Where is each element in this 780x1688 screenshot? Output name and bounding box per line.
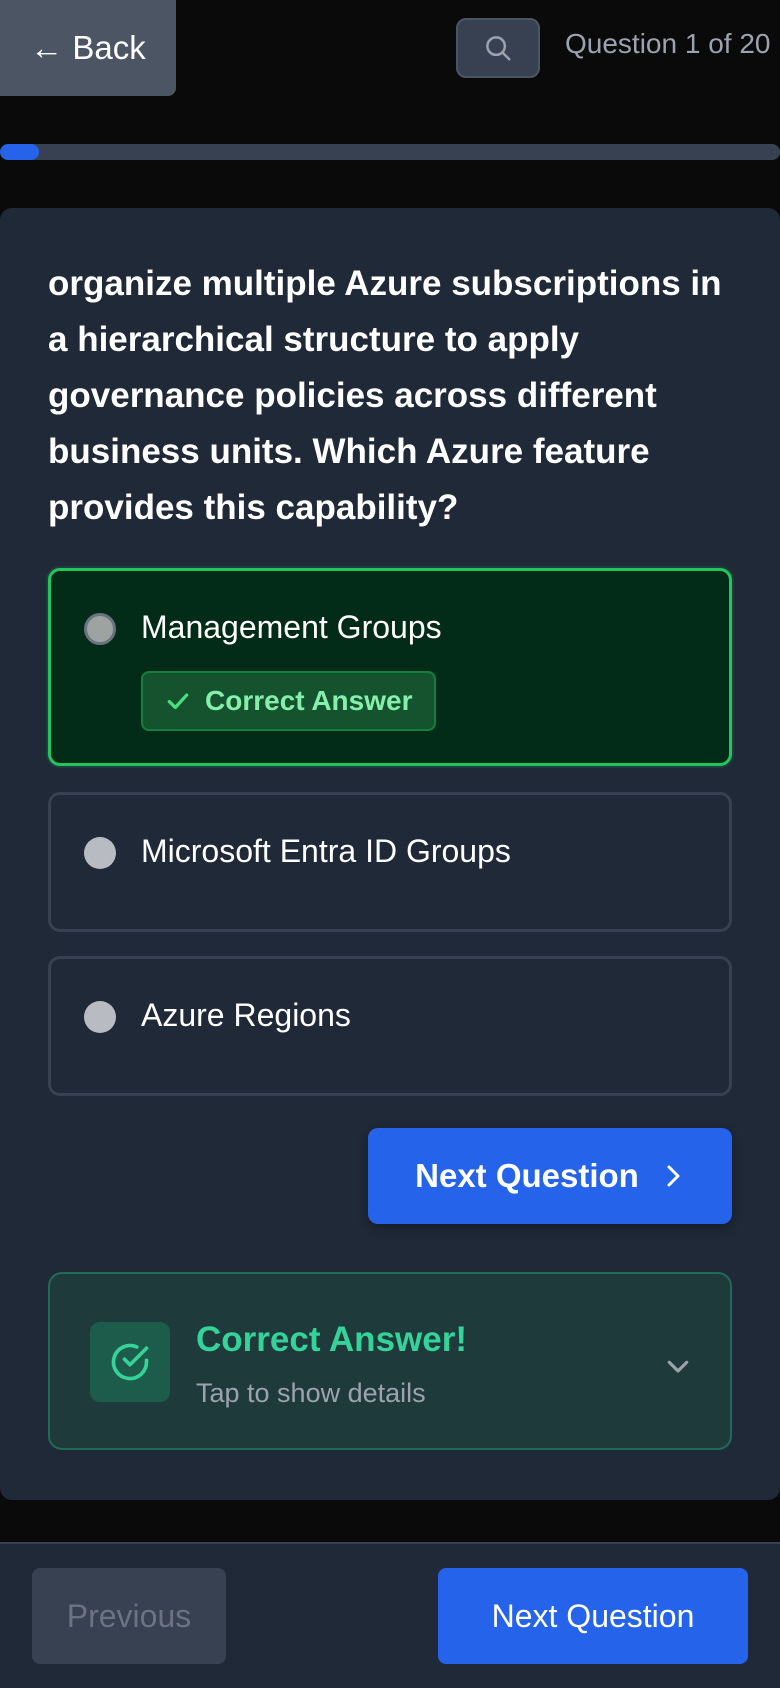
option-management-groups[interactable]: Management Groups Correct Answer [48, 568, 732, 766]
correct-answer-badge: Correct Answer [141, 671, 437, 731]
check-circle-icon [111, 1343, 149, 1381]
quiz-page: ← Back Question 1 of 20 organize multipl… [0, 0, 780, 1688]
back-button[interactable]: ← Back [0, 0, 176, 96]
option-label: Microsoft Entra ID Groups [141, 833, 511, 869]
question-counter: Question 1 of 20 [565, 28, 771, 59]
radio-button[interactable] [84, 1001, 116, 1033]
chevron-right-icon [667, 1165, 680, 1187]
search-icon [486, 36, 511, 61]
expand-toggle[interactable] [658, 1346, 698, 1386]
feedback-icon-box [90, 1322, 170, 1402]
check-icon [167, 693, 189, 710]
next-question-footer-button[interactable]: Next Question [438, 1568, 748, 1664]
chevron-down-icon [667, 1360, 689, 1373]
next-question-label: Next Question [415, 1157, 639, 1194]
search-button[interactable] [456, 18, 540, 78]
radio-button[interactable] [84, 613, 116, 645]
progress-bar [0, 144, 780, 160]
feedback-subtitle: Tap to show details [196, 1378, 426, 1408]
question-card: organize multiple Azure subscriptions in… [0, 208, 780, 1500]
feedback-panel[interactable]: Correct Answer! Tap to show details [48, 1272, 732, 1450]
bottom-navigation: Previous Next Question [0, 1542, 780, 1688]
option-azure-regions[interactable]: Azure Regions [48, 956, 732, 1096]
badge-label: Correct Answer [205, 685, 413, 716]
feedback-title: Correct Answer! [196, 1320, 467, 1359]
progress-bar-fill [0, 144, 39, 160]
option-entra-id-groups[interactable]: Microsoft Entra ID Groups [48, 792, 732, 932]
option-label: Management Groups [141, 609, 442, 645]
radio-button[interactable] [84, 837, 116, 869]
question-text: organize multiple Azure subscriptions in… [48, 264, 722, 527]
option-label: Azure Regions [141, 997, 351, 1033]
previous-button[interactable]: Previous [32, 1568, 226, 1664]
next-question-button[interactable]: Next Question [368, 1128, 732, 1224]
